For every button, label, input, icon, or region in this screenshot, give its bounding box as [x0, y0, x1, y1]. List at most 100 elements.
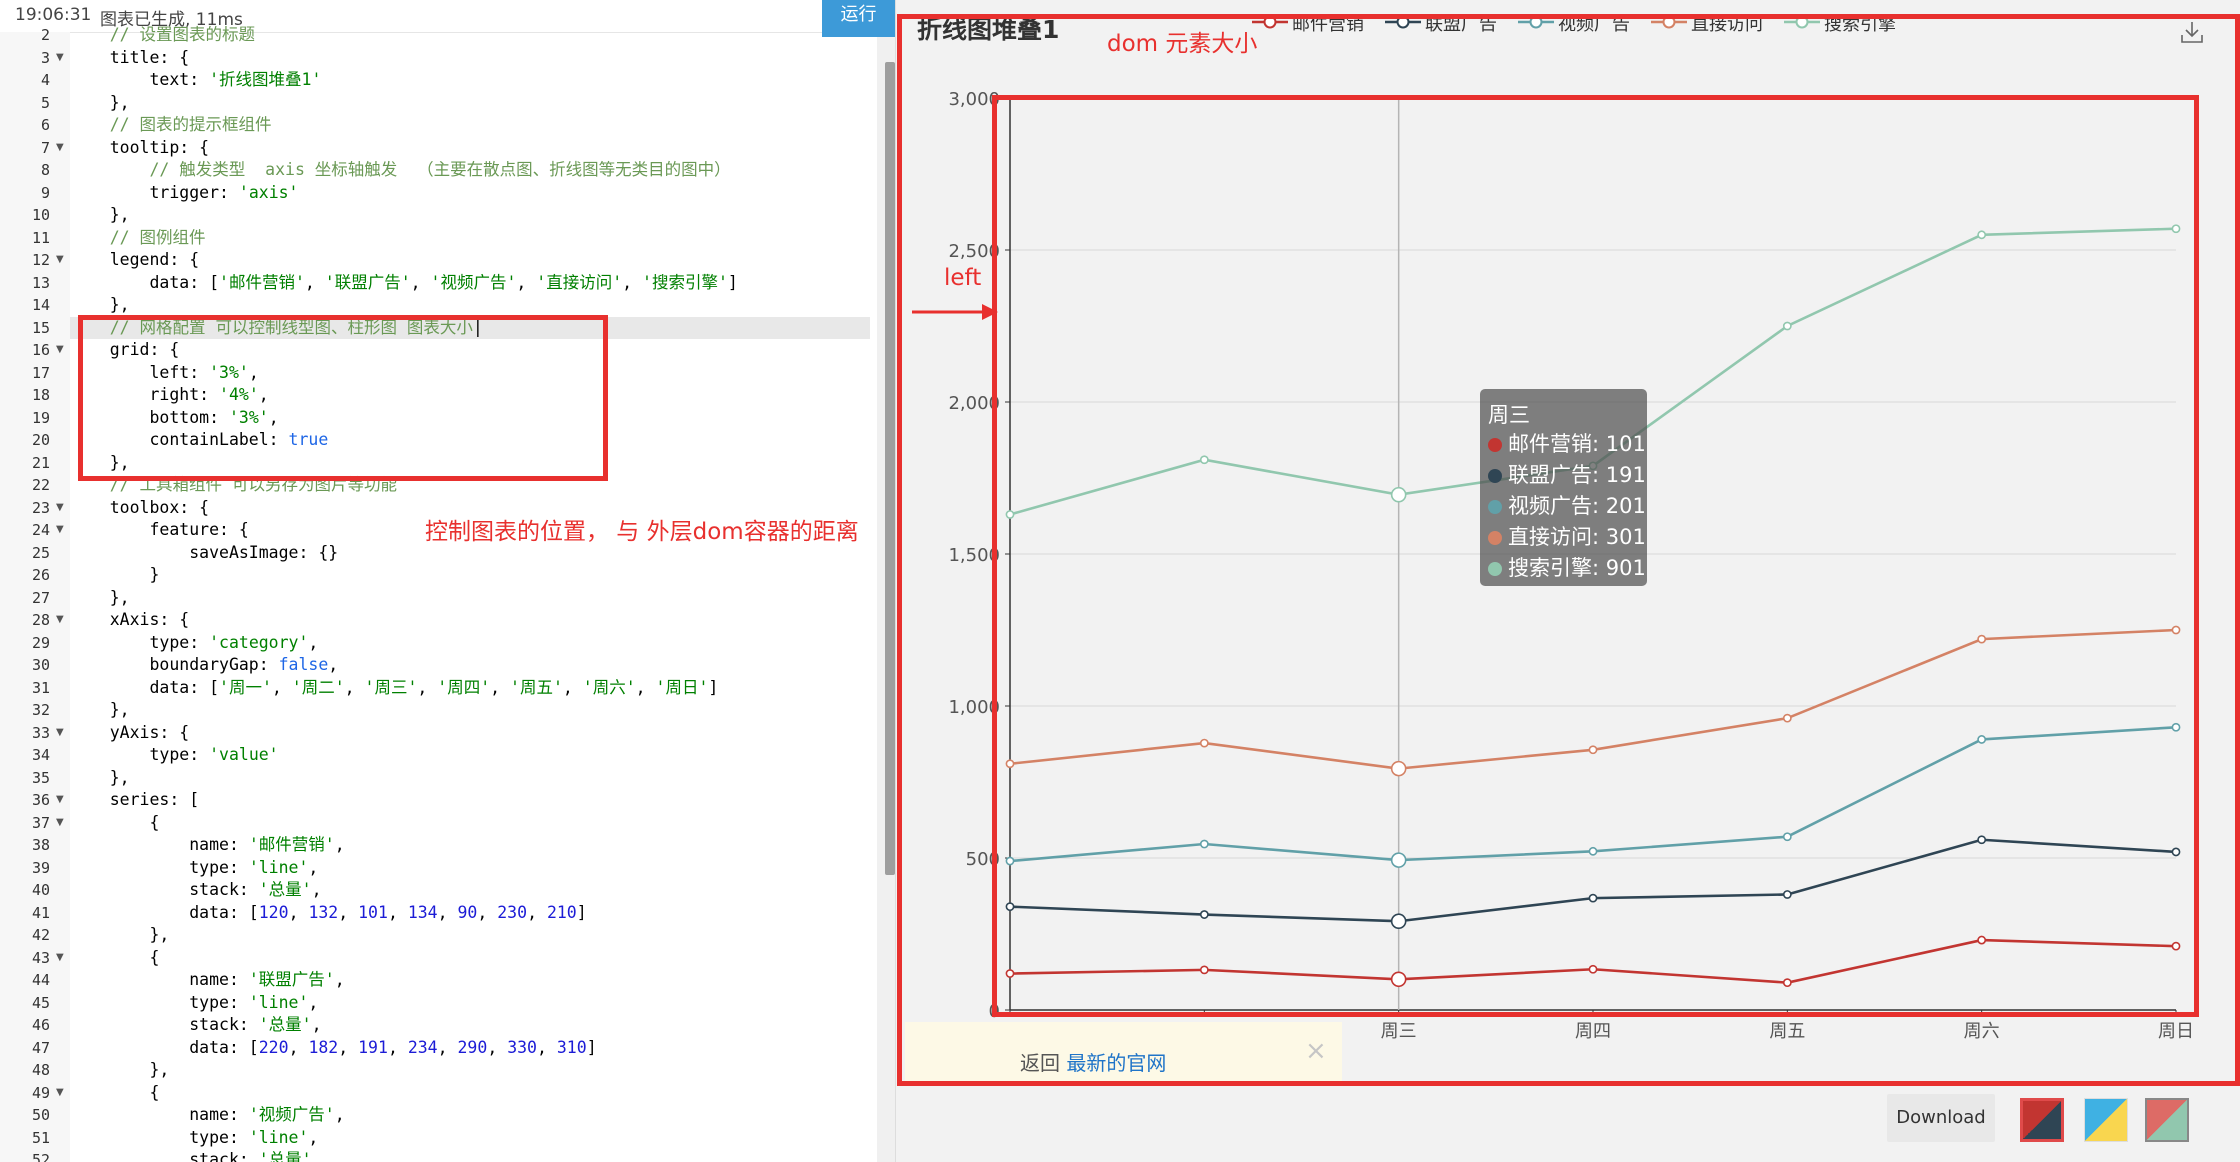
line-number: 7 — [40, 138, 50, 157]
grid-config-highlight-box — [78, 315, 608, 481]
code-line[interactable]: data: [220, 182, 191, 234, 290, 330, 310… — [70, 1037, 870, 1060]
theme-default-button[interactable] — [2020, 1098, 2064, 1142]
line-number: 18 — [31, 386, 50, 404]
code-line[interactable]: tooltip: { — [70, 137, 870, 160]
fold-arrow-icon[interactable]: ▼ — [56, 609, 64, 632]
code-line[interactable]: } — [70, 564, 870, 587]
code-line[interactable]: // 设置图表的标题 — [70, 24, 870, 47]
line-number: 13 — [31, 273, 50, 292]
code-line[interactable]: data: ['周一', '周二', '周三', '周四', '周五', '周六… — [70, 677, 870, 700]
line-number: 27 — [31, 588, 50, 607]
fold-arrow-icon[interactable]: ▼ — [56, 339, 64, 362]
line-number: 23 — [31, 498, 50, 517]
code-line[interactable]: // 图表的提示框组件 — [70, 114, 870, 137]
code-line[interactable]: name: '联盟广告', — [70, 969, 870, 992]
line-number: 17 — [31, 363, 50, 382]
code-line[interactable]: title: { — [70, 47, 870, 70]
code-line[interactable]: }, — [70, 924, 870, 947]
fold-arrow-icon[interactable]: ▼ — [56, 722, 64, 745]
line-number: 34 — [31, 746, 50, 764]
fold-arrow-icon[interactable]: ▼ — [56, 249, 64, 272]
fold-arrow-icon[interactable]: ▼ — [56, 519, 64, 542]
code-line[interactable]: type: 'category', — [70, 632, 870, 655]
line-number: 47 — [31, 1038, 50, 1057]
line-number: 43 — [31, 948, 50, 967]
fold-arrow-icon[interactable]: ▼ — [56, 47, 64, 70]
left-annotation: left — [944, 265, 982, 291]
line-number: 26 — [31, 566, 50, 584]
code-line[interactable]: }, — [70, 699, 870, 722]
editor-scrollbar-thumb[interactable] — [885, 62, 895, 875]
run-button[interactable]: 运行 — [822, 0, 895, 37]
code-line[interactable]: }, — [70, 767, 870, 790]
code-line[interactable]: xAxis: { — [70, 609, 870, 632]
code-line[interactable]: }, — [70, 1059, 870, 1082]
code-line[interactable]: // 触发类型 axis 坐标轴触发 （主要在散点图、折线图等无类目的图中） — [70, 159, 870, 182]
code-line[interactable]: legend: { — [70, 249, 870, 272]
dom-size-annotation: dom 元素大小 — [1107, 31, 1258, 57]
line-number: 51 — [31, 1128, 50, 1147]
fold-arrow-icon[interactable]: ▼ — [56, 1082, 64, 1105]
code-line[interactable]: trigger: 'axis' — [70, 182, 870, 205]
code-line[interactable]: }, — [70, 92, 870, 115]
code-line[interactable]: stack: '总量', — [70, 1014, 870, 1037]
code-editor-panel: 19:06:31 图表已生成, 11ms 2 3 ▼ 4 5 6 7 ▼ 8 9 10 11 12 ▼ 13… — [0, 0, 896, 1162]
grid-area-highlight-box — [992, 95, 2199, 1017]
line-number: 41 — [31, 903, 50, 922]
code-line[interactable]: type: 'value' — [70, 744, 870, 767]
code-line[interactable]: type: 'line', — [70, 992, 870, 1015]
line-number: 29 — [31, 633, 50, 652]
fold-arrow-icon[interactable]: ▼ — [56, 137, 64, 160]
code-line[interactable]: type: 'line', — [70, 1127, 870, 1150]
line-number-gutter: 2 3 ▼ 4 5 6 7 ▼ 8 9 10 11 12 ▼ 13 14 15 16 ▼ 17 18 19 20 21 22 23… — [0, 26, 70, 1162]
code-line[interactable]: stack: '总量', — [70, 1149, 870, 1162]
code-line[interactable]: yAxis: { — [70, 722, 870, 745]
line-number: 52 — [31, 1151, 50, 1162]
line-number: 15 — [31, 318, 50, 337]
line-number: 42 — [31, 926, 50, 944]
line-number: 50 — [31, 1106, 50, 1124]
line-number: 14 — [31, 296, 50, 314]
code-line[interactable]: type: 'line', — [70, 857, 870, 880]
code-line[interactable]: { — [70, 812, 870, 835]
code-line[interactable]: text: '折线图堆叠1' — [70, 69, 870, 92]
line-number: 11 — [31, 228, 50, 247]
code-line[interactable]: { — [70, 947, 870, 970]
code-line[interactable]: name: '邮件营销', — [70, 834, 870, 857]
code-area[interactable]: // 设置图表的标题 title: { text: '折线图堆叠1' }, //… — [70, 25, 870, 1162]
code-line[interactable]: }, — [70, 587, 870, 610]
code-line[interactable]: data: [120, 132, 101, 134, 90, 230, 210] — [70, 902, 870, 925]
line-number: 4 — [40, 71, 50, 89]
line-number: 19 — [31, 408, 50, 427]
line-number: 2 — [40, 26, 50, 44]
fold-arrow-icon[interactable]: ▼ — [56, 497, 64, 520]
left-arrow-icon — [912, 304, 998, 320]
line-number: 5 — [40, 93, 50, 112]
fold-arrow-icon[interactable]: ▼ — [56, 812, 64, 835]
download-button[interactable]: Download — [1887, 1094, 1995, 1142]
line-number: 8 — [40, 161, 50, 179]
code-line[interactable]: // 图例组件 — [70, 227, 870, 250]
line-number: 32 — [31, 701, 50, 719]
line-number: 40 — [31, 881, 50, 899]
line-number: 24 — [31, 521, 50, 539]
code-line[interactable]: }, — [70, 294, 870, 317]
fold-arrow-icon[interactable]: ▼ — [56, 947, 64, 970]
code-line[interactable]: stack: '总量', — [70, 879, 870, 902]
code-line[interactable]: series: [ — [70, 789, 870, 812]
code-annotation: 控制图表的位置， 与 外层dom容器的距离 — [425, 519, 859, 545]
line-number: 31 — [31, 678, 50, 697]
line-number: 6 — [40, 116, 50, 134]
code-line[interactable]: { — [70, 1082, 870, 1105]
fold-arrow-icon[interactable]: ▼ — [56, 789, 64, 812]
code-line[interactable]: boundaryGap: false, — [70, 654, 870, 677]
theme-vintage-button[interactable] — [2145, 1098, 2189, 1142]
theme-light-button[interactable] — [2084, 1098, 2128, 1142]
line-number: 30 — [31, 656, 50, 674]
code-line[interactable]: data: ['邮件营销', '联盟广告', '视频广告', '直接访问', '… — [70, 272, 870, 295]
code-line[interactable]: }, — [70, 204, 870, 227]
line-number: 21 — [31, 453, 50, 472]
code-line[interactable]: name: '视频广告', — [70, 1104, 870, 1127]
line-number: 46 — [31, 1016, 50, 1034]
line-number: 28 — [31, 611, 50, 629]
